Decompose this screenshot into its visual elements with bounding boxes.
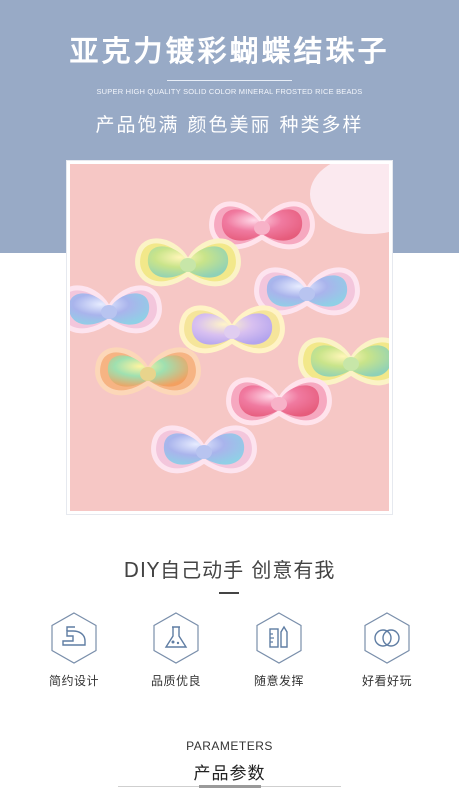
parameters-title-cn: 产品参数 — [193, 764, 266, 784]
english-subtitle: SUPER HIGH QUALITY SOLID COLOR MINERAL F… — [96, 87, 363, 96]
diy-slogan: DIY自己动手 创意有我 — [123, 558, 336, 582]
parameters-title-en: PARAMETERS — [186, 739, 273, 753]
feature-label: 好看好玩 — [361, 674, 412, 688]
feature-label: 品质优良 — [150, 674, 201, 688]
product-photo — [70, 164, 389, 511]
iron-icon — [51, 612, 97, 664]
rings-icon — [364, 612, 410, 664]
slogan: 产品饱满 颜色美丽 种类多样 — [95, 114, 364, 136]
title-divider — [167, 80, 292, 81]
diy-divider — [219, 592, 239, 594]
feature-simple-design: 简约设计 — [24, 612, 124, 689]
product-photo-frame — [67, 161, 392, 514]
feature-free-creation: 随意发挥 — [229, 612, 329, 689]
ruler-pencil-icon — [256, 612, 302, 664]
feature-fun: 好看好玩 — [337, 612, 437, 689]
parameters-divider-accent — [199, 785, 261, 788]
bow-beads-illustration — [70, 164, 389, 511]
feature-label: 随意发挥 — [253, 674, 304, 688]
flask-icon — [153, 612, 199, 664]
feature-quality: 品质优良 — [126, 612, 226, 689]
page-title: 亚克力镀彩蝴蝶结珠子 — [69, 34, 390, 68]
feature-label: 简约设计 — [48, 674, 99, 688]
